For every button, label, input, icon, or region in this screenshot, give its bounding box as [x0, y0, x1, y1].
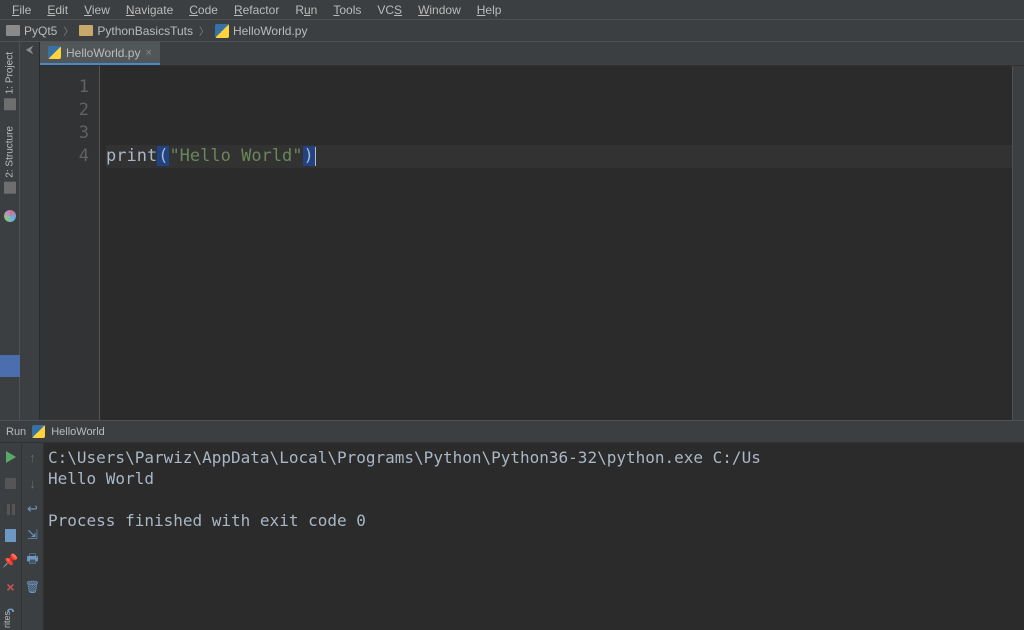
main-menu-bar: File Edit View Navigate Code Refactor Ru…: [0, 0, 1024, 20]
python-file-icon: [48, 46, 61, 59]
run-config-name: HelloWorld: [51, 426, 105, 438]
stop-icon: [5, 478, 16, 489]
run-body: 📌 × ? ↑ ↓ ↩ ⇲ 🖶 🗑 C:\Users\Parwiz\AppDat…: [0, 443, 1024, 630]
pin-icon: 📌: [2, 553, 18, 569]
wrap-icon: ↩: [27, 501, 38, 517]
line-number: 3: [40, 122, 89, 145]
menu-window[interactable]: Window: [410, 1, 469, 19]
menu-navigate[interactable]: Navigate: [118, 1, 181, 19]
up-stack-button[interactable]: ↑: [25, 449, 41, 465]
console-line: C:\Users\Parwiz\AppData\Local\Programs\P…: [48, 448, 761, 467]
collapse-left-icon[interactable]: ⮜: [26, 44, 34, 57]
arrow-down-icon: ↓: [29, 476, 36, 491]
arrow-up-icon: ↑: [29, 450, 36, 465]
code-area[interactable]: print("Hello World"): [100, 66, 1012, 420]
code-token-print: print: [106, 146, 157, 166]
breadcrumb-file-label: HelloWorld.py: [233, 24, 307, 38]
code-token-close-paren: ): [303, 146, 315, 166]
code-token-open-paren: (: [157, 146, 169, 166]
line-number: 1: [40, 76, 89, 99]
structure-tool-icon: [4, 182, 16, 194]
text-caret: [315, 147, 316, 166]
code-line: [106, 99, 1012, 122]
close-run-button[interactable]: ×: [3, 579, 19, 595]
scroll-icon: ⇲: [27, 527, 38, 543]
menu-view[interactable]: View: [76, 1, 118, 19]
pause-icon: [7, 504, 15, 515]
sidebar-tab-project[interactable]: 1: Project: [2, 44, 18, 118]
run-header-label: Run: [6, 426, 26, 438]
left-tool-strip-outer: 1: Project 2: Structure: [0, 42, 20, 420]
active-marker: [0, 355, 20, 377]
breadcrumb: PyQt5 〉 PythonBasicsTuts 〉 HelloWorld.py: [0, 20, 1024, 42]
run-header[interactable]: Run HelloWorld: [0, 421, 1024, 443]
pin-button[interactable]: 📌: [3, 553, 19, 569]
menu-code[interactable]: Code: [181, 1, 226, 19]
close-x-icon: ×: [6, 579, 14, 595]
print-icon: 🖶: [26, 550, 38, 572]
project-tool-icon: [4, 98, 16, 110]
editor-tab-helloworld[interactable]: HelloWorld.py ×: [40, 42, 160, 65]
play-icon: [5, 451, 17, 463]
breadcrumb-folder-label: PythonBasicsTuts: [97, 24, 193, 38]
editor-right-gutter: [1012, 66, 1024, 420]
trash-icon: 🗑: [25, 580, 40, 594]
code-editor[interactable]: 1 2 3 4 print("Hello World"): [40, 66, 1024, 420]
breadcrumb-separator: 〉: [199, 23, 209, 38]
console-line: Hello World: [48, 469, 154, 488]
menu-vcs[interactable]: VCS: [369, 1, 410, 19]
scroll-end-button[interactable]: ⇲: [25, 527, 41, 543]
sidebar-tab-structure[interactable]: 2: Structure: [2, 118, 18, 202]
clear-all-button[interactable]: 🗑: [25, 579, 41, 595]
breadcrumb-file[interactable]: HelloWorld.py: [215, 24, 307, 38]
editor-column: HelloWorld.py × 1 2 3 4 print("Hello Wor…: [40, 42, 1024, 420]
run-console-output[interactable]: C:\Users\Parwiz\AppData\Local\Programs\P…: [44, 443, 1024, 630]
breadcrumb-separator: 〉: [63, 23, 73, 38]
code-line: [106, 76, 1012, 99]
line-number-gutter: 1 2 3 4: [40, 66, 100, 420]
code-line: [106, 122, 1012, 145]
editor-tab-bar: HelloWorld.py ×: [40, 42, 1024, 66]
sidebar-tab-favorites[interactable]: rites: [0, 612, 20, 630]
stop-button[interactable]: [3, 475, 19, 491]
pause-button[interactable]: [3, 501, 19, 517]
breadcrumb-project-label: PyQt5: [24, 24, 57, 38]
line-number: 4: [40, 145, 89, 168]
left-tool-strip-inner: ⮜: [20, 42, 40, 420]
menu-refactor[interactable]: Refactor: [226, 1, 287, 19]
run-toolbar-right: ↑ ↓ ↩ ⇲ 🖶 🗑: [22, 443, 44, 630]
down-stack-button[interactable]: ↓: [25, 475, 41, 491]
line-number: 2: [40, 99, 89, 122]
menu-edit[interactable]: Edit: [39, 1, 76, 19]
rerun-button[interactable]: [3, 449, 19, 465]
sidebar-tab-project-label: 1: Project: [4, 52, 15, 94]
code-line-current: print("Hello World"): [106, 145, 1012, 168]
menu-tools[interactable]: Tools: [325, 1, 369, 19]
sidebar-tab-favorites-label: rites: [2, 611, 12, 628]
menu-help[interactable]: Help: [469, 1, 510, 19]
python-file-icon: [215, 24, 229, 38]
menu-file[interactable]: File: [4, 1, 39, 19]
breadcrumb-project[interactable]: PyQt5: [6, 24, 57, 38]
main-area: 1: Project 2: Structure ⮜ HelloWorld.py …: [0, 42, 1024, 420]
print-button[interactable]: 🖶: [25, 553, 41, 569]
code-with-me-icon[interactable]: [4, 210, 16, 222]
folder-icon: [79, 25, 93, 36]
code-token-string: "Hello World": [169, 146, 302, 166]
sidebar-tab-structure-label: 2: Structure: [4, 126, 15, 178]
python-run-icon: [32, 425, 45, 438]
project-folder-icon: [6, 25, 20, 36]
close-tab-icon[interactable]: ×: [145, 47, 151, 59]
run-toolbar-left: 📌 × ?: [0, 443, 22, 630]
editor-tab-label: HelloWorld.py: [66, 46, 140, 60]
run-tool-window: Run HelloWorld 📌 × ? ↑ ↓ ↩ ⇲ 🖶: [0, 420, 1024, 630]
soft-wrap-button[interactable]: ↩: [25, 501, 41, 517]
console-line: Process finished with exit code 0: [48, 511, 366, 530]
layout-button[interactable]: [3, 527, 19, 543]
layout-icon: [5, 529, 16, 542]
menu-run[interactable]: Run: [287, 1, 325, 19]
breadcrumb-folder[interactable]: PythonBasicsTuts: [79, 24, 193, 38]
